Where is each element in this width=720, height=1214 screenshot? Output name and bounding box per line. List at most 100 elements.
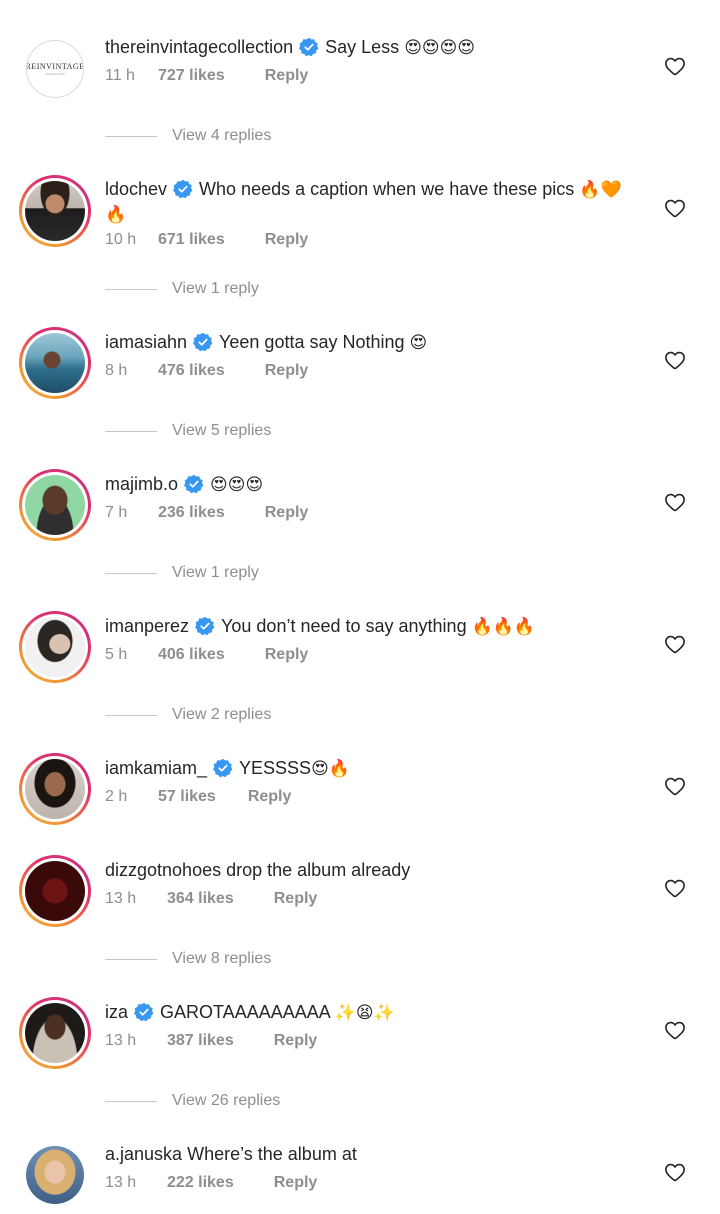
avatar[interactable]: REINVINTAGE COLLECTION: [19, 33, 91, 105]
timestamp: 7 h: [105, 504, 128, 521]
avatar[interactable]: [19, 327, 91, 399]
comment-emoji: 😍😍😍: [210, 475, 264, 495]
heart-outline-icon[interactable]: [664, 492, 686, 512]
timestamp: 13 h: [105, 1174, 137, 1191]
heart-outline-icon[interactable]: [664, 56, 686, 76]
likes-count[interactable]: 364 likes: [167, 890, 234, 908]
likes-count[interactable]: 406 likes: [158, 646, 225, 664]
likes-count[interactable]: 671 likes: [158, 231, 225, 249]
avatar-photo: [25, 759, 85, 819]
divider: [105, 430, 157, 432]
avatar[interactable]: [19, 175, 91, 247]
comment-emoji: 😍: [409, 333, 428, 353]
timestamp: 10 h: [105, 231, 137, 248]
avatar-photo: [26, 1146, 84, 1204]
verified-badge-icon: [193, 332, 213, 352]
likes-count[interactable]: 236 likes: [158, 504, 225, 522]
username-link[interactable]: imanperez: [105, 616, 189, 636]
comment-emoji: 😍🔥: [311, 759, 350, 779]
heart-outline-icon[interactable]: [664, 634, 686, 654]
likes-count[interactable]: 222 likes: [167, 1174, 234, 1192]
comment-body: Say Less: [325, 37, 400, 57]
avatar-photo: [25, 861, 85, 921]
timestamp: 2 h: [105, 788, 128, 805]
reply-button[interactable]: Reply: [248, 788, 292, 806]
avatar[interactable]: [19, 611, 91, 683]
heart-outline-icon[interactable]: [664, 776, 686, 796]
avatar-photo: [25, 1003, 85, 1063]
reply-button[interactable]: Reply: [265, 504, 309, 522]
reply-button[interactable]: Reply: [265, 231, 309, 249]
divider: [105, 135, 157, 137]
comment-meta: 13 h 387 likes Reply: [105, 1032, 317, 1050]
avatar[interactable]: [19, 1139, 91, 1211]
username-link[interactable]: thereinvintagecollection: [105, 37, 293, 57]
timestamp: 11 h: [105, 67, 135, 84]
reply-button[interactable]: Reply: [274, 1032, 318, 1050]
comment-meta: 2 h 57 likes Reply: [105, 788, 291, 806]
comment-meta: 11 h 727 likes Reply: [105, 67, 308, 85]
username-link[interactable]: iamasiahn: [105, 332, 187, 352]
view-replies-button[interactable]: View 4 replies: [105, 127, 271, 145]
comment-meta: 5 h 406 likes Reply: [105, 646, 308, 664]
heart-outline-icon[interactable]: [664, 198, 686, 218]
reply-button[interactable]: Reply: [274, 1174, 318, 1192]
likes-count[interactable]: 476 likes: [158, 362, 225, 380]
heart-outline-icon[interactable]: [664, 1162, 686, 1182]
view-replies-button[interactable]: View 26 replies: [105, 1092, 280, 1110]
view-replies-button[interactable]: View 8 replies: [105, 950, 271, 968]
view-replies-button[interactable]: View 1 reply: [105, 564, 259, 582]
comment-text: imanperez You don’t need to say anything …: [105, 614, 632, 639]
comment-text: dizzgotnohoes drop the album already: [105, 858, 632, 882]
view-replies-button[interactable]: View 1 reply: [105, 280, 259, 298]
username-link[interactable]: majimb.o: [105, 474, 178, 494]
reply-button[interactable]: Reply: [274, 890, 318, 908]
reply-button[interactable]: Reply: [265, 67, 309, 85]
comment-text: iamasiahn Yeen gotta say Nothing 😍: [105, 330, 632, 355]
comment-meta: 13 h 364 likes Reply: [105, 890, 317, 908]
likes-count[interactable]: 727 likes: [158, 67, 225, 85]
comment-body: Who needs a caption when we have these p…: [199, 179, 575, 199]
username-link[interactable]: iamkamiam_: [105, 758, 207, 778]
comment-body: YESSSS: [239, 758, 312, 778]
verified-badge-icon: [195, 616, 215, 636]
username-link[interactable]: iza: [105, 1002, 128, 1022]
avatar[interactable]: [19, 997, 91, 1069]
comment-emoji: 😍😍😍😍: [404, 38, 476, 58]
likes-count[interactable]: 57 likes: [158, 788, 216, 806]
comment-body: Where’s the album at: [187, 1144, 357, 1164]
verified-badge-icon: [213, 758, 233, 778]
view-replies-button[interactable]: View 5 replies: [105, 422, 271, 440]
divider: [105, 288, 157, 290]
reply-button[interactable]: Reply: [265, 362, 309, 380]
comment-text: iamkamiam_ YESSSS😍🔥: [105, 756, 632, 781]
avatar[interactable]: [19, 753, 91, 825]
username-link[interactable]: ldochev: [105, 179, 167, 199]
avatar-photo: [25, 617, 85, 677]
timestamp: 13 h: [105, 890, 137, 907]
comment-meta: 7 h 236 likes Reply: [105, 504, 308, 522]
comment-text: ldochev Who needs a caption when we have …: [105, 177, 632, 227]
timestamp: 8 h: [105, 362, 128, 379]
reply-button[interactable]: Reply: [265, 646, 309, 664]
username-link[interactable]: a.januska: [105, 1144, 182, 1164]
comment-text: a.januska Where’s the album at: [105, 1142, 632, 1166]
comment-text: thereinvintagecollection Say Less 😍😍😍😍: [105, 35, 632, 60]
heart-outline-icon[interactable]: [664, 350, 686, 370]
heart-outline-icon[interactable]: [664, 878, 686, 898]
divider: [105, 714, 157, 716]
comment-body: GAROTAAAAAAAAA: [160, 1002, 330, 1022]
username-link[interactable]: dizzgotnohoes: [105, 860, 221, 880]
divider: [105, 958, 157, 960]
verified-badge-icon: [184, 474, 204, 494]
timestamp: 5 h: [105, 646, 128, 663]
comment-emoji: 🔥: [105, 205, 127, 225]
view-replies-button[interactable]: View 2 replies: [105, 706, 271, 724]
avatar[interactable]: [19, 469, 91, 541]
avatar-photo: [25, 181, 85, 241]
avatar[interactable]: [19, 855, 91, 927]
timestamp: 13 h: [105, 1032, 137, 1049]
heart-outline-icon[interactable]: [664, 1020, 686, 1040]
likes-count[interactable]: 387 likes: [167, 1032, 234, 1050]
comment-emoji: 🔥🧡: [579, 180, 622, 200]
